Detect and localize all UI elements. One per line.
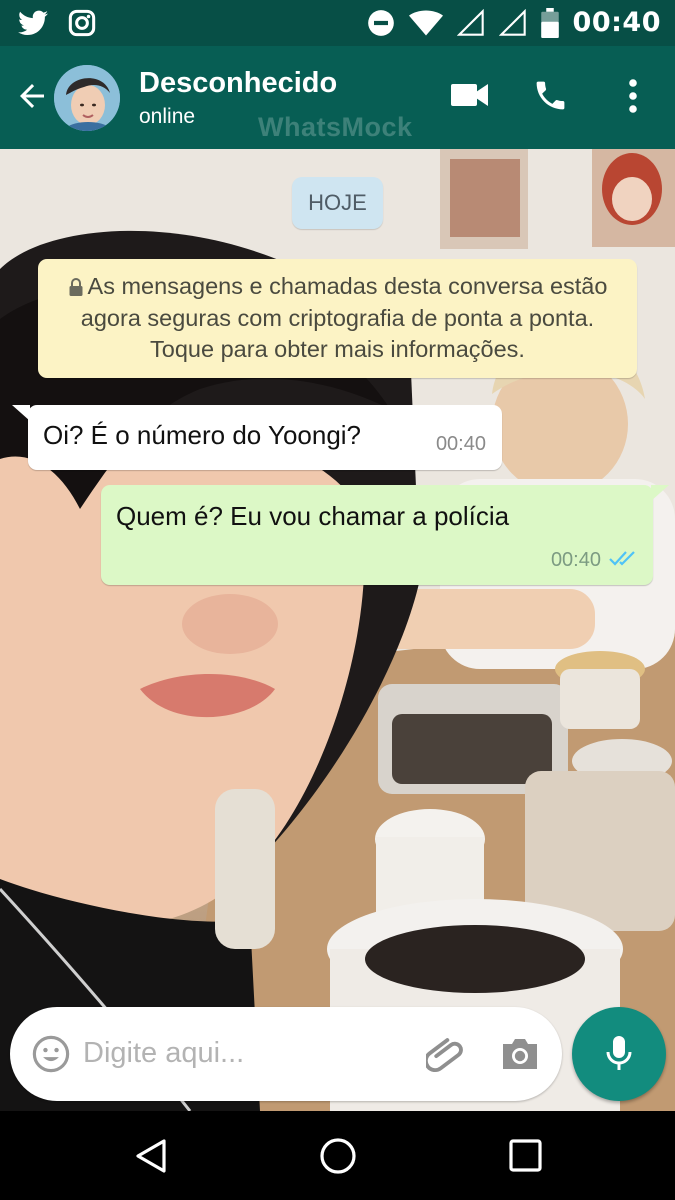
watermark: WhatsMock xyxy=(258,112,413,142)
message-outgoing[interactable]: Quem é? Eu vou chamar a polícia 00:40 xyxy=(101,485,669,585)
mic-button[interactable] xyxy=(572,1007,666,1101)
lock-icon xyxy=(69,278,83,296)
message-time: 00:40 xyxy=(435,433,486,455)
instagram-icon xyxy=(68,9,96,37)
message-incoming[interactable]: Oi? É o número do Yoongi? 00:40 xyxy=(12,405,502,470)
paperclip-icon[interactable] xyxy=(426,1033,468,1077)
system-navigation-bar xyxy=(0,1111,675,1200)
message-text: Quem é? Eu vou chamar a polícia xyxy=(116,501,510,531)
contact-name[interactable]: Desconhecido xyxy=(139,67,337,100)
bubble-tail xyxy=(12,405,30,421)
recents-nav-icon[interactable] xyxy=(509,1139,542,1172)
encryption-notice-text: As mensagens e chamadas desta conversa e… xyxy=(80,273,608,362)
clock: 00:40 xyxy=(572,7,661,38)
message-time: 00:40 xyxy=(550,549,601,571)
more-vert-icon[interactable] xyxy=(627,78,639,114)
home-nav-icon[interactable] xyxy=(319,1137,357,1175)
status-bar: 00:40 xyxy=(0,0,675,46)
wifi-icon xyxy=(408,10,443,35)
read-receipt-icon xyxy=(609,551,635,566)
bubble-tail xyxy=(651,485,669,501)
microphone-icon xyxy=(606,1036,632,1070)
twitter-icon xyxy=(18,10,48,35)
chat-header: Desconhecido online WhatsMock xyxy=(0,46,675,149)
message-input[interactable]: Digite aqui... xyxy=(83,1037,244,1070)
chat-area[interactable]: HOJE As mensagens e chamadas desta conve… xyxy=(0,149,675,1111)
video-call-icon[interactable] xyxy=(451,82,488,108)
contact-status: online xyxy=(139,105,196,128)
signal-icon xyxy=(498,8,526,36)
camera-icon[interactable] xyxy=(500,1036,540,1072)
date-chip: HOJE xyxy=(292,177,383,229)
back-arrow-icon[interactable] xyxy=(14,76,50,116)
avatar[interactable] xyxy=(54,65,120,131)
signal-icon xyxy=(456,8,484,36)
battery-icon xyxy=(540,7,559,38)
emoji-icon[interactable] xyxy=(32,1035,70,1073)
do-not-disturb-icon xyxy=(367,9,394,36)
phone-icon[interactable] xyxy=(532,77,569,114)
message-text: Oi? É o número do Yoongi? xyxy=(43,420,362,450)
message-input-bar[interactable]: Digite aqui... xyxy=(10,1007,562,1101)
back-nav-icon[interactable] xyxy=(134,1138,168,1174)
encryption-notice[interactable]: As mensagens e chamadas desta conversa e… xyxy=(38,259,637,378)
